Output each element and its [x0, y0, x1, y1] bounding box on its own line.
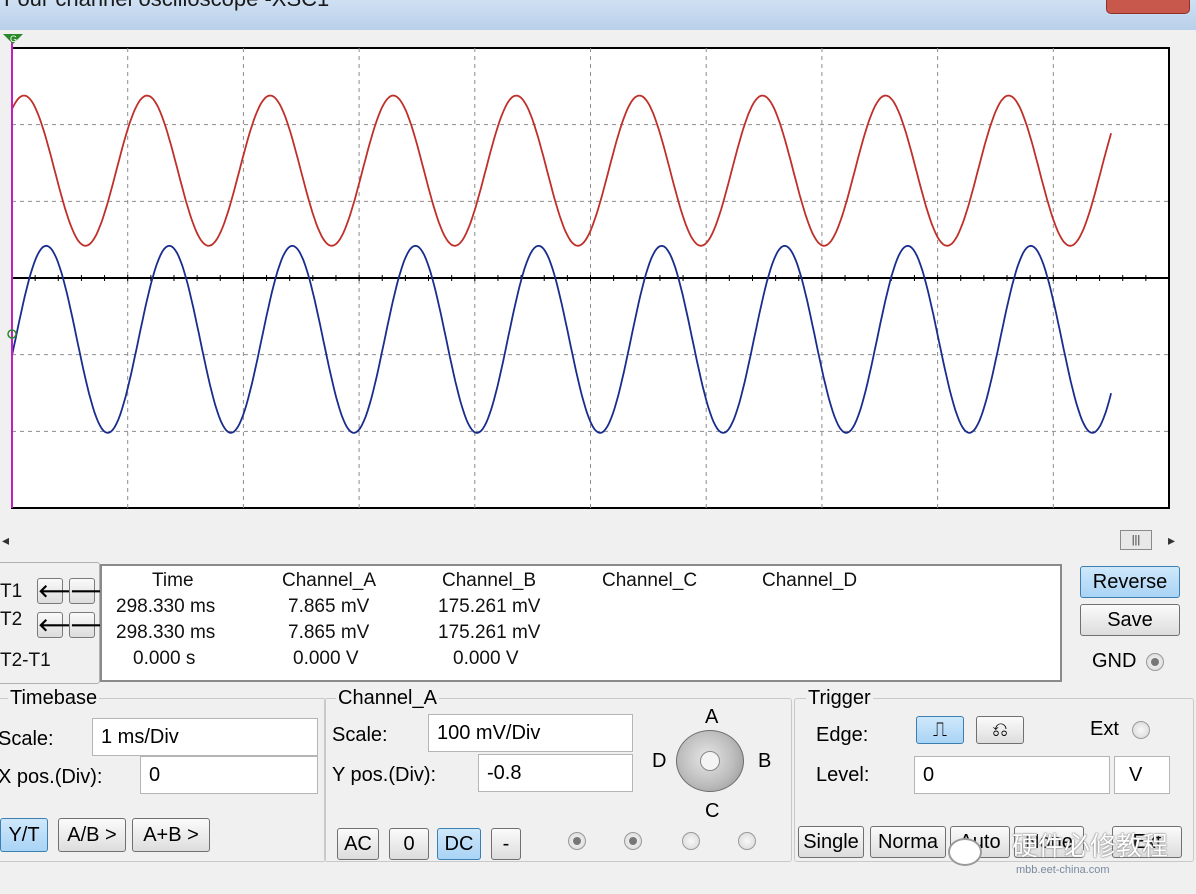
grip-icon[interactable]: |||: [1120, 530, 1152, 550]
single-trigger-button[interactable]: Single: [798, 826, 864, 858]
chevron-left-icon[interactable]: ◂: [2, 532, 9, 549]
readout-t1-channel-b: 175.261 mV: [438, 596, 541, 617]
readout-header-channel-a: Channel_A: [282, 570, 377, 591]
ext-label: Ext: [1090, 718, 1119, 740]
knob-label-c: C: [705, 800, 720, 822]
channel-b-indicator-radio[interactable]: [624, 832, 642, 850]
zero-coupling-button[interactable]: 0: [389, 828, 429, 860]
horizontal-scrollbar[interactable]: ◂ ||| ▸: [0, 530, 1196, 552]
chevron-right-icon[interactable]: ▸: [1168, 532, 1175, 549]
watermark-text: 硬件必修教程: [1012, 831, 1169, 861]
knob-label-b: B: [758, 750, 772, 772]
channel-title: Channel_A: [336, 687, 439, 710]
readout-header-channel-b: Channel_B: [442, 570, 537, 591]
channel-d-indicator-radio[interactable]: [738, 832, 756, 850]
trigger-marker-label: G: [10, 34, 17, 44]
readout-diff-channel-b: 0.000 V: [453, 648, 519, 669]
trigger-title: Trigger: [806, 687, 873, 710]
falling-edge-icon: ⎌: [992, 719, 1008, 741]
rising-edge-button[interactable]: ⎍: [916, 716, 964, 744]
readout-header-time: Time: [152, 570, 194, 591]
timebase-xpos-label: X pos.(Div):: [0, 766, 103, 788]
readout-diff-time: 0.000 s: [133, 648, 196, 669]
yt-mode-button[interactable]: Y/T: [0, 818, 48, 852]
channel-scale-label: Scale:: [332, 724, 388, 746]
knob-label-d: D: [652, 750, 667, 772]
normal-trigger-button[interactable]: Norma: [870, 826, 946, 858]
channel-a-indicator-radio[interactable]: [568, 832, 586, 850]
channel-selector-knob[interactable]: [676, 730, 744, 792]
t2-left-button[interactable]: 🡐: [37, 612, 86, 638]
readout-t1-time: 298.330 ms: [116, 596, 216, 617]
falling-edge-button[interactable]: ⎌: [976, 716, 1024, 744]
readout-t2-channel-b: 175.261 mV: [438, 622, 541, 643]
timebase-scale-label: Scale:: [0, 728, 54, 750]
t2-t1-label: T2-T1: [0, 650, 51, 671]
dc-coupling-button[interactable]: DC: [437, 828, 481, 860]
readout-t2-channel-a: 7.865 mV: [288, 622, 370, 643]
readout-header-channel-c: Channel_C: [602, 570, 698, 591]
channel-ypos-field[interactable]: -0.8: [478, 754, 633, 792]
scope-display: G: [0, 30, 1196, 530]
gnd-label: GND: [1092, 650, 1137, 672]
measurement-readout: Time Channel_A Channel_B Channel_C Chann…: [100, 564, 1062, 682]
channel-ypos-label: Y pos.(Div):: [332, 764, 437, 786]
timebase-title: Timebase: [8, 687, 100, 710]
t2-label: T2: [0, 609, 23, 630]
timebase-scale-field[interactable]: 1 ms/Div: [92, 718, 318, 756]
channel-c-indicator-radio[interactable]: [682, 832, 700, 850]
t1-right-button[interactable]: 🡒: [69, 578, 118, 604]
ext-radio[interactable]: [1132, 721, 1150, 739]
trigger-level-field[interactable]: 0: [914, 756, 1110, 794]
channel-scale-field[interactable]: 100 mV/Div: [428, 714, 633, 752]
trigger-level-label: Level:: [816, 764, 870, 786]
knob-label-a: A: [705, 706, 719, 728]
gnd-radio[interactable]: [1146, 653, 1164, 671]
t1-label: T1: [0, 581, 23, 602]
readout-diff-channel-a: 0.000 V: [293, 648, 359, 669]
readout-t1-channel-a: 7.865 mV: [288, 596, 370, 617]
a-plus-b-mode-button[interactable]: A+B >: [132, 818, 210, 852]
readout-t2-time: 298.330 ms: [116, 622, 216, 643]
ac-coupling-button[interactable]: AC: [337, 828, 379, 860]
wechat-icon: [948, 838, 982, 866]
timebase-xpos-field[interactable]: 0: [140, 756, 318, 794]
t1-left-button[interactable]: 🡐: [37, 578, 86, 604]
watermark-sub: mbb.eet-china.com: [1016, 864, 1110, 876]
watermark: 硬件必修教程 mbb.eet-china.com: [948, 826, 1188, 886]
rising-edge-icon: ⎍: [933, 719, 947, 741]
t2-right-button[interactable]: 🡒: [69, 612, 118, 638]
trigger-level-unit[interactable]: V: [1114, 756, 1170, 794]
ab-mode-button[interactable]: A/B >: [58, 818, 126, 852]
readout-header-channel-d: Channel_D: [762, 570, 858, 591]
trigger-edge-label: Edge:: [816, 724, 869, 746]
reverse-button[interactable]: Reverse: [1080, 566, 1180, 598]
invert-button[interactable]: -: [491, 828, 521, 860]
save-button[interactable]: Save: [1080, 604, 1180, 636]
